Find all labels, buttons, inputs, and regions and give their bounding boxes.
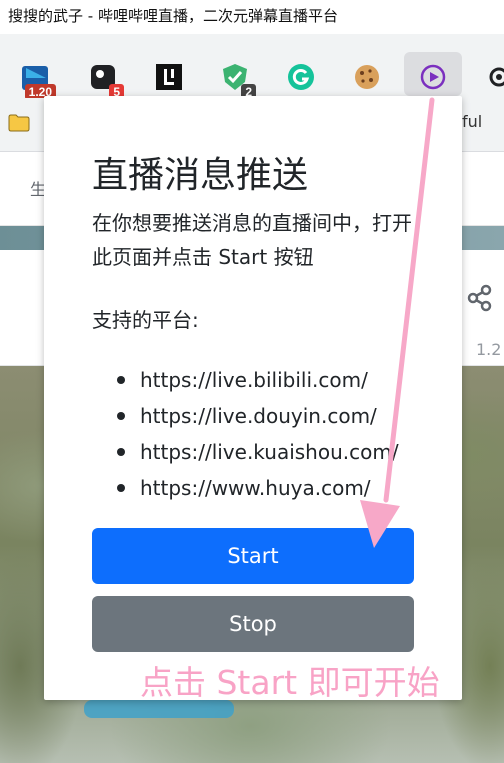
share-icon[interactable] [466,284,494,312]
letter-l-icon [156,64,182,90]
folder-icon[interactable] [8,114,30,132]
extension-1-button[interactable]: 1.20 [18,60,56,100]
platform-item: https://www.huya.com/ [92,470,399,506]
gear-icon [489,67,504,87]
extension-3-button[interactable] [152,60,186,94]
platforms-label: 支持的平台: [92,308,199,332]
platform-item: https://live.kuaishou.com/ [92,434,399,470]
live-push-extension-button[interactable] [416,60,450,94]
platform-item: https://live.bilibili.com/ [92,362,399,398]
platform-list: https://live.bilibili.com/ https://live.… [92,362,399,506]
extension-popup: 直播消息推送 在你想要推送消息的直播间中，打开此页面并点击 Start 按钮 支… [44,96,462,700]
cookie-icon [355,65,379,89]
stop-button[interactable]: Stop [92,596,414,652]
grammarly-icon [288,64,314,90]
start-button[interactable]: Start [92,528,414,584]
extension-4-button[interactable]: 2 [218,60,256,100]
live-play-icon [420,64,446,90]
bookmark-label-partial[interactable]: ful [462,112,482,131]
popup-description: 在你想要推送消息的直播间中，打开此页面并点击 Start 按钮 [92,211,412,269]
room-info-number: 1.2 [476,340,502,359]
window-title: 搜搜的武子 - 哔哩哔哩直播，二次元弹幕直播平台 [0,0,504,34]
extensions-puzzle-button[interactable] [482,60,504,94]
grammarly-button[interactable] [284,60,318,94]
cookie-button[interactable] [350,60,384,94]
popup-title: 直播消息推送 [92,155,309,196]
platform-item: https://live.douyin.com/ [92,398,399,434]
annotation-text: 点击 Start 即可开始 [140,663,440,702]
extension-2-button[interactable]: 5 [86,60,124,100]
